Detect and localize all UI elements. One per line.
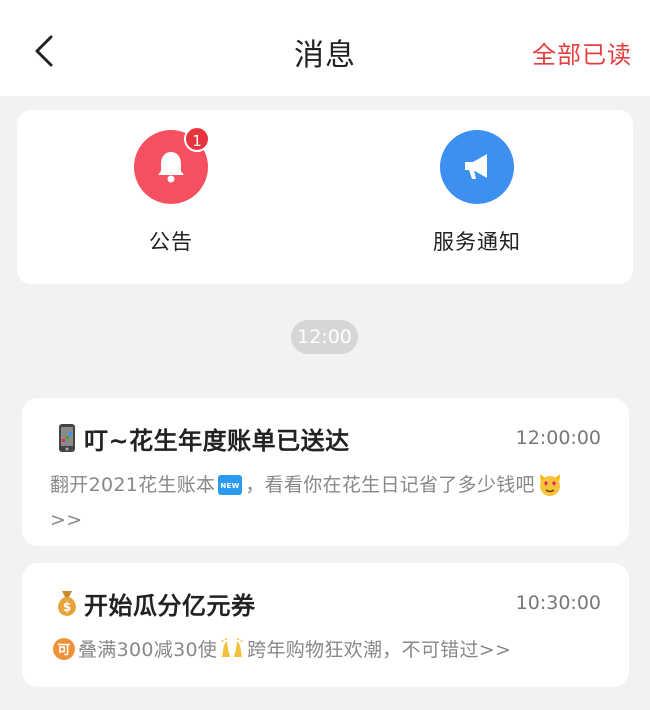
message-header: 叮~花生年度账单已送达 12:00:00 [52, 422, 601, 455]
message-body-text-2: ，看看你在花生日记省了多少钱吧 [245, 474, 535, 496]
announcement-label: 公告 [149, 230, 193, 254]
raised-hands-icon [219, 637, 245, 670]
message-body-text-1: 翻开2021花生账本 [50, 474, 216, 496]
megaphone-icon [465, 154, 487, 179]
svg-text:NEW: NEW [221, 482, 240, 490]
time-divider: 12:00 [291, 320, 358, 354]
message-body-text-2: 跨年购物狂欢潮，不可错过>> [247, 639, 512, 661]
mobile-phone-icon [52, 422, 82, 454]
message-body: 翻开2021花生账本 NEW ，看看你在花生日记省了多少钱吧 >> [50, 470, 589, 535]
message-body: 可叠满300减30使 跨年购物狂欢潮，不可错过>> [50, 635, 589, 670]
unread-count-badge: 1 [184, 126, 210, 152]
message-title: 开始瓜分亿元券 [84, 591, 256, 620]
money-bag-icon: $ [52, 587, 82, 619]
message-card[interactable]: 叮~花生年度账单已送达 12:00:00 翻开2021花生账本 NEW ，看看你在花… [22, 398, 629, 546]
message-title: 叮~花生年度账单已送达 [84, 426, 350, 455]
svg-text:$: $ [63, 600, 71, 614]
message-header: $ 开始瓜分亿元券 10:30:00 [52, 587, 601, 620]
message-more-link[interactable]: >> [50, 505, 589, 535]
service-notice-entry[interactable]: 服务通知 [377, 130, 577, 256]
top-bar: 消息 全部已读 [0, 0, 650, 96]
message-body-text-1: 叠满300减30使 [78, 639, 218, 661]
heart-eyes-cat-icon [537, 472, 563, 505]
coupon-icon: 可 [52, 637, 76, 670]
new-badge-icon: NEW [217, 474, 243, 505]
announcement-entry[interactable]: 1 公告 [71, 126, 271, 256]
svg-text:可: 可 [57, 643, 70, 658]
message-time: 10:30:00 [515, 592, 601, 614]
service-notice-label: 服务通知 [433, 230, 521, 254]
message-card[interactable]: $ 开始瓜分亿元券 10:30:00 可叠满300减30使 跨年购物狂欢潮，不可错… [22, 563, 629, 687]
category-card: 1 公告 服务通知 [17, 110, 633, 284]
service-notice-icon-circle [440, 130, 514, 204]
mark-all-read-button[interactable]: 全部已读 [532, 35, 632, 70]
message-time: 12:00:00 [515, 427, 601, 449]
announcement-icon-circle: 1 [134, 126, 210, 204]
bell-icon [158, 152, 184, 183]
